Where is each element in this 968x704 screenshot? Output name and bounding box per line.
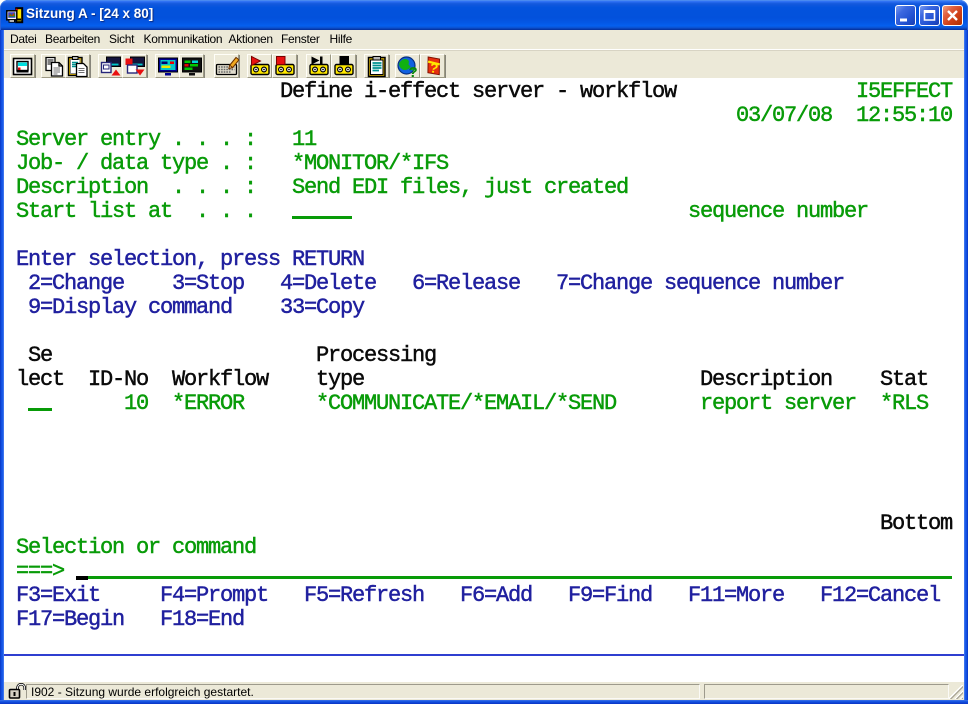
svg-text:?: ? — [408, 64, 417, 79]
